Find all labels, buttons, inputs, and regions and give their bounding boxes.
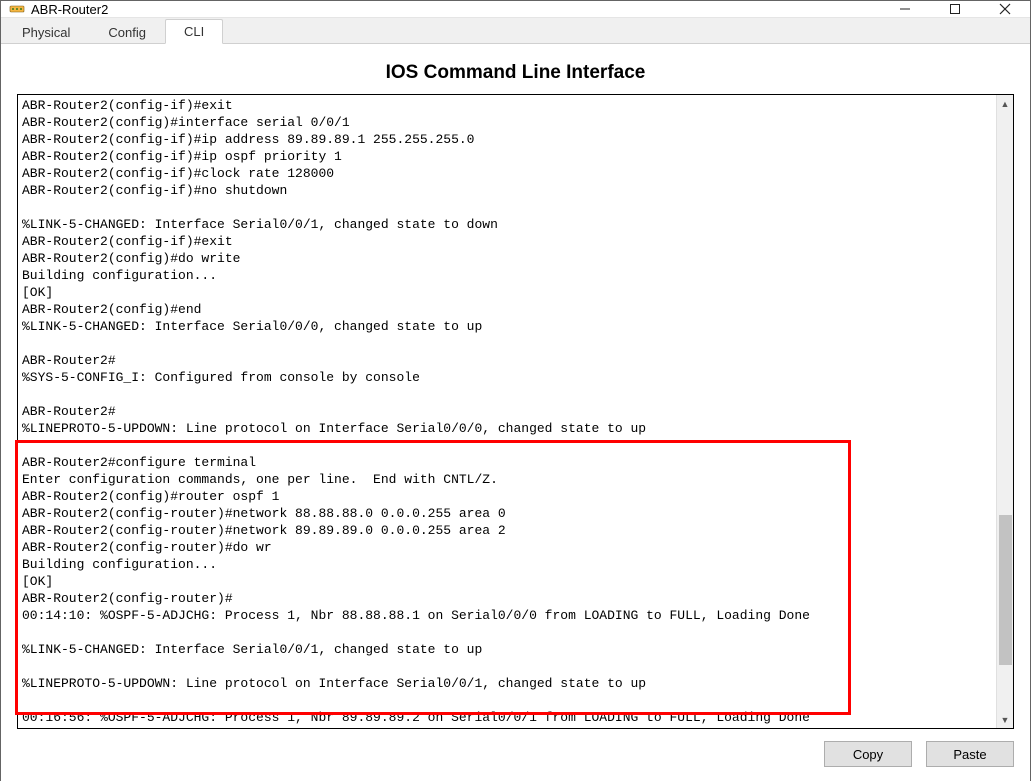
title-left: ABR-Router2 (1, 1, 108, 17)
terminal-line: %LINK-5-CHANGED: Interface Serial0/0/1, … (22, 641, 992, 658)
terminal-line: 00:16:56: %OSPF-5-ADJCHG: Process 1, Nbr… (22, 709, 992, 726)
terminal-line: ABR-Router2(config-if)#clock rate 128000 (22, 165, 992, 182)
terminal-line: ABR-Router2(config-router)# (22, 590, 992, 607)
terminal-line: ABR-Router2(config)#end (22, 301, 992, 318)
minimize-button[interactable] (880, 1, 930, 17)
button-row: Copy Paste (17, 729, 1014, 767)
terminal-line: %SYS-5-CONFIG_I: Configured from console… (22, 369, 992, 386)
terminal-line: Enter configuration commands, one per li… (22, 471, 992, 488)
terminal-line (22, 335, 992, 352)
scroll-down-arrow-icon[interactable]: ▼ (997, 711, 1013, 728)
tab-physical[interactable]: Physical (3, 20, 89, 44)
tab-cli[interactable]: CLI (165, 19, 223, 44)
terminal-line: ABR-Router2#configure terminal (22, 454, 992, 471)
app-window: ABR-Router2 Physical Config CLI IOS Comm… (0, 0, 1031, 781)
maximize-button[interactable] (930, 1, 980, 17)
terminal-line: [OK] (22, 284, 992, 301)
terminal-line: ABR-Router2(config-router)#do wr (22, 539, 992, 556)
vertical-scrollbar[interactable]: ▲ ▼ (996, 95, 1013, 728)
terminal-line: Building configuration... (22, 556, 992, 573)
terminal-line: ABR-Router2(config)#router ospf 1 (22, 488, 992, 505)
terminal-line (22, 624, 992, 641)
terminal-container: ABR-Router2(config-if)#exitABR-Router2(c… (17, 94, 1014, 729)
titlebar: ABR-Router2 (1, 1, 1030, 18)
terminal-line (22, 199, 992, 216)
terminal-line: ABR-Router2(config-if)#ip ospf priority … (22, 148, 992, 165)
terminal-line: ABR-Router2(config-if)#ip address 89.89.… (22, 131, 992, 148)
terminal-line: ABR-Router2(config-if)#no shutdown (22, 182, 992, 199)
paste-button[interactable]: Paste (926, 741, 1014, 767)
terminal-line: ABR-Router2(config)#do write (22, 250, 992, 267)
cli-panel: IOS Command Line Interface ABR-Router2(c… (1, 44, 1030, 781)
tabbar: Physical Config CLI (1, 18, 1030, 44)
window-title: ABR-Router2 (31, 2, 108, 17)
terminal-line: %LINEPROTO-5-UPDOWN: Line protocol on In… (22, 420, 992, 437)
terminal-line (22, 658, 992, 675)
terminal-line: ABR-Router2# (22, 352, 992, 369)
copy-button[interactable]: Copy (824, 741, 912, 767)
terminal-line (22, 437, 992, 454)
scroll-thumb[interactable] (999, 515, 1012, 665)
terminal-line: ABR-Router2(config)#interface serial 0/0… (22, 114, 992, 131)
terminal-line: 00:14:10: %OSPF-5-ADJCHG: Process 1, Nbr… (22, 607, 992, 624)
terminal-line: %LINK-5-CHANGED: Interface Serial0/0/1, … (22, 216, 992, 233)
terminal-line (22, 692, 992, 709)
close-button[interactable] (980, 1, 1030, 17)
terminal-line: [OK] (22, 573, 992, 590)
terminal-line: Building configuration... (22, 267, 992, 284)
router-icon (9, 1, 25, 17)
terminal-line (22, 386, 992, 403)
terminal-output[interactable]: ABR-Router2(config-if)#exitABR-Router2(c… (18, 95, 996, 728)
tab-config[interactable]: Config (89, 20, 165, 44)
terminal-line: ABR-Router2(config-router)#network 88.88… (22, 505, 992, 522)
cli-heading: IOS Command Line Interface (17, 62, 1014, 84)
terminal-line: ABR-Router2(config-if)#exit (22, 233, 992, 250)
scroll-up-arrow-icon[interactable]: ▲ (997, 95, 1013, 112)
window-controls (880, 1, 1030, 17)
terminal-line: ABR-Router2# (22, 403, 992, 420)
terminal-line: ABR-Router2(config-router)#network 89.89… (22, 522, 992, 539)
terminal-line: %LINEPROTO-5-UPDOWN: Line protocol on In… (22, 675, 992, 692)
terminal-line: ABR-Router2(config-if)#exit (22, 97, 992, 114)
terminal-line: %LINK-5-CHANGED: Interface Serial0/0/0, … (22, 318, 992, 335)
